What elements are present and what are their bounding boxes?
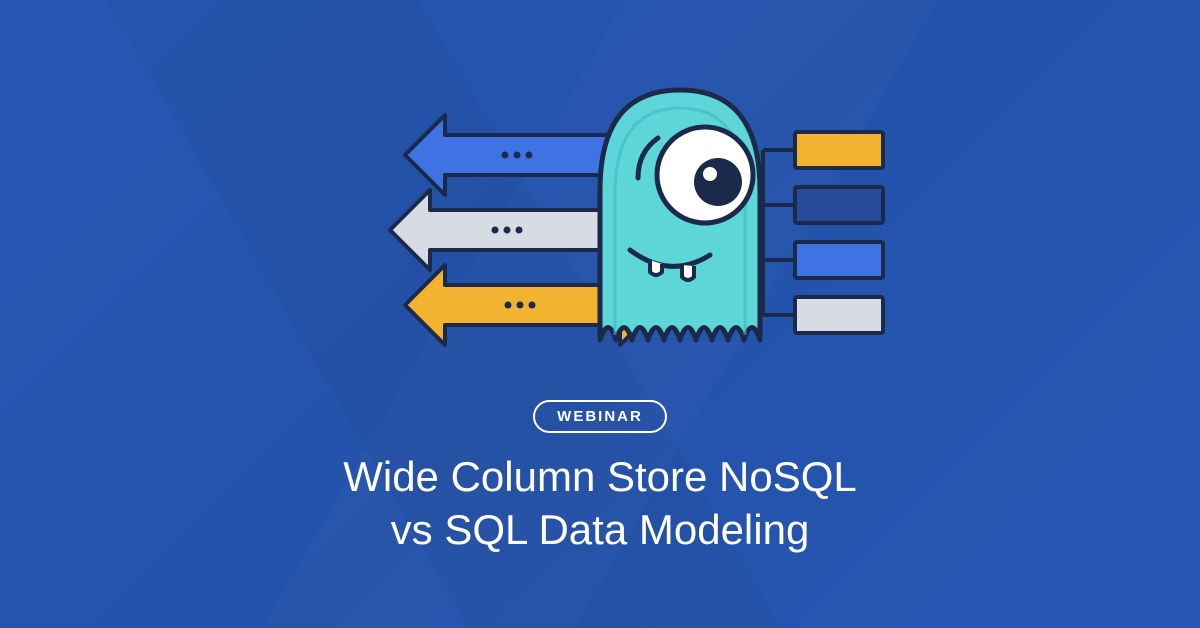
arrow-blue-icon: [405, 115, 630, 195]
title-line-2: vs SQL Data Modeling: [343, 504, 857, 557]
title-line-1: Wide Column Store NoSQL: [343, 451, 857, 504]
page-title: Wide Column Store NoSQL vs SQL Data Mode…: [343, 451, 857, 556]
webinar-badge: WEBINAR: [533, 400, 667, 433]
mascot-icon: [600, 90, 760, 340]
hero-illustration: [250, 60, 950, 380]
